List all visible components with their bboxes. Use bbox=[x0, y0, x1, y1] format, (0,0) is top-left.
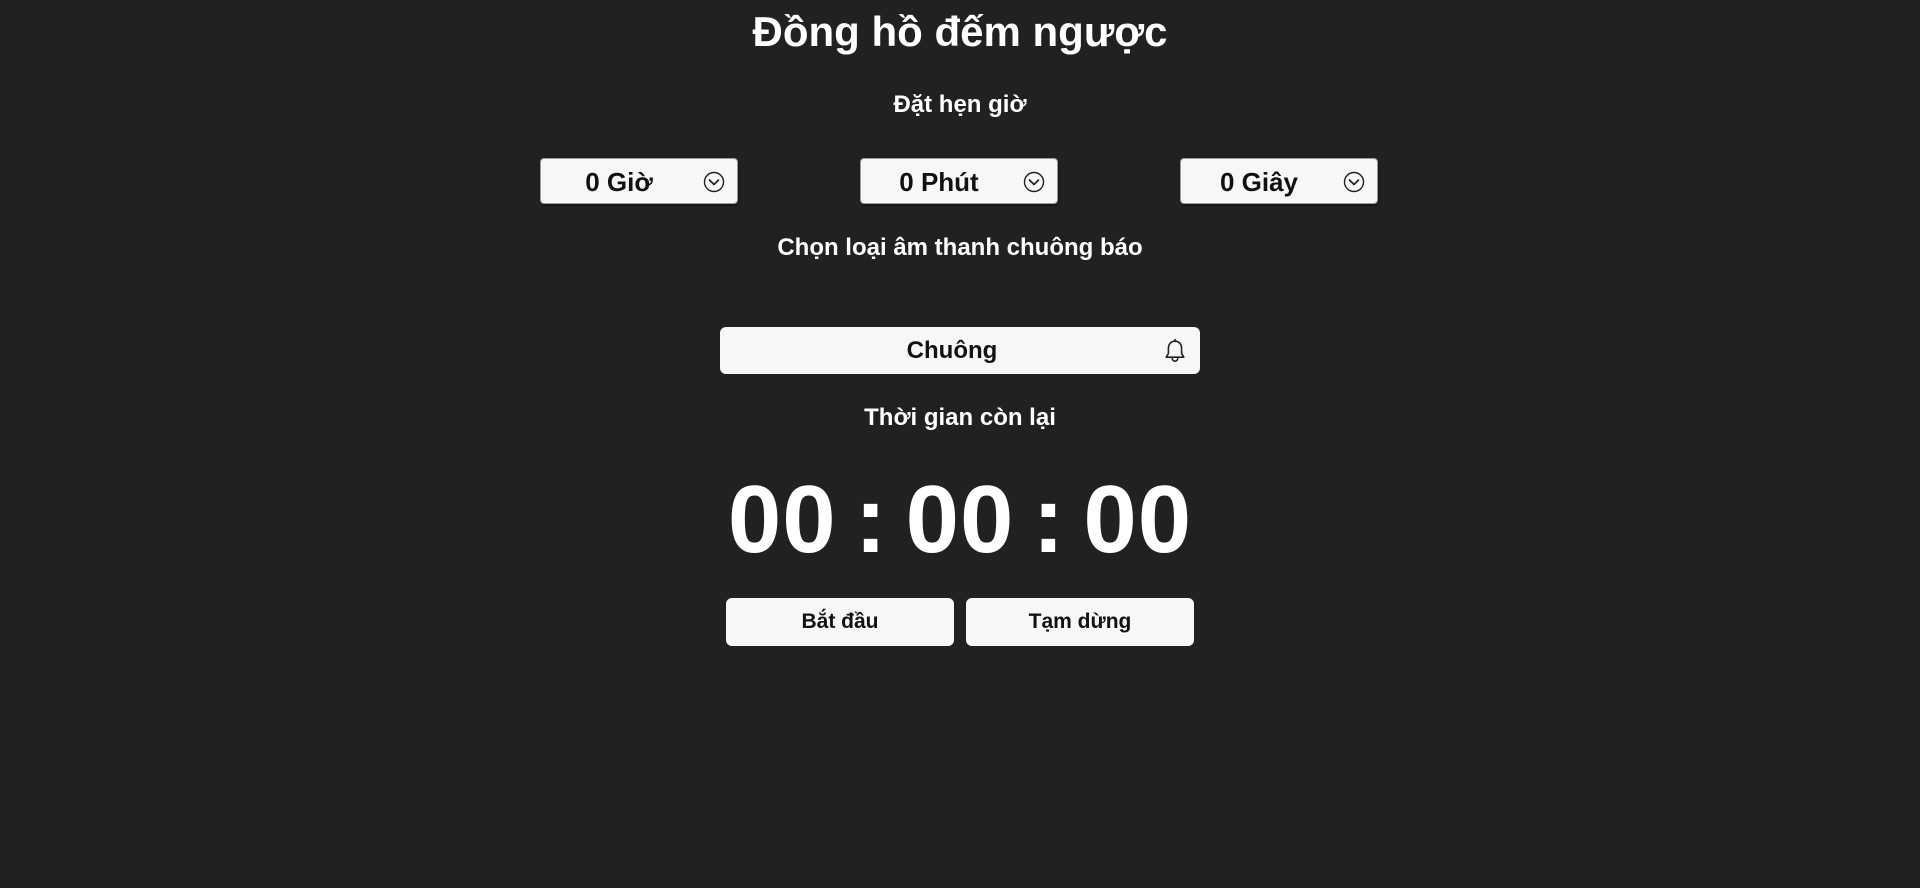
remaining-hours: 00 bbox=[727, 466, 837, 573]
seconds-select-value: 0 Giây bbox=[1219, 167, 1299, 197]
remaining-minutes: 00 bbox=[905, 466, 1015, 573]
remaining-seconds: 00 bbox=[1083, 466, 1193, 573]
sound-select-value: Chuông bbox=[906, 337, 998, 364]
hours-select[interactable]: 0 Giờ bbox=[540, 158, 738, 204]
chevron-down-circle-icon bbox=[1343, 171, 1365, 193]
minutes-select-value: 0 Phút bbox=[899, 167, 979, 197]
sound-select[interactable]: Chuông bbox=[720, 327, 1200, 374]
bell-icon bbox=[1165, 338, 1185, 363]
chevron-down-circle-icon bbox=[703, 171, 725, 193]
sound-type-label: Chọn loại âm thanh chuông báo bbox=[777, 234, 1143, 261]
remaining-time-label: Thời gian còn lại bbox=[864, 404, 1056, 431]
time-separator: : bbox=[854, 466, 888, 573]
start-button[interactable]: Bắt đầu bbox=[726, 598, 954, 646]
set-timer-label: Đặt hẹn giờ bbox=[893, 91, 1027, 118]
page-title: Đồng hồ đếm ngược bbox=[752, 8, 1168, 55]
time-separator: : bbox=[1032, 466, 1066, 573]
countdown-page: Đồng hồ đếm ngược Đặt hẹn giờ 0 Giờ 0 Ph… bbox=[0, 0, 1920, 888]
minutes-select[interactable]: 0 Phút bbox=[860, 158, 1058, 204]
hours-select-value: 0 Giờ bbox=[585, 167, 653, 197]
seconds-select[interactable]: 0 Giây bbox=[1180, 158, 1378, 204]
countdown-display: 00:00:00 bbox=[0, 468, 1920, 572]
chevron-down-circle-icon bbox=[1023, 171, 1045, 193]
pause-button[interactable]: Tạm dừng bbox=[966, 598, 1194, 646]
